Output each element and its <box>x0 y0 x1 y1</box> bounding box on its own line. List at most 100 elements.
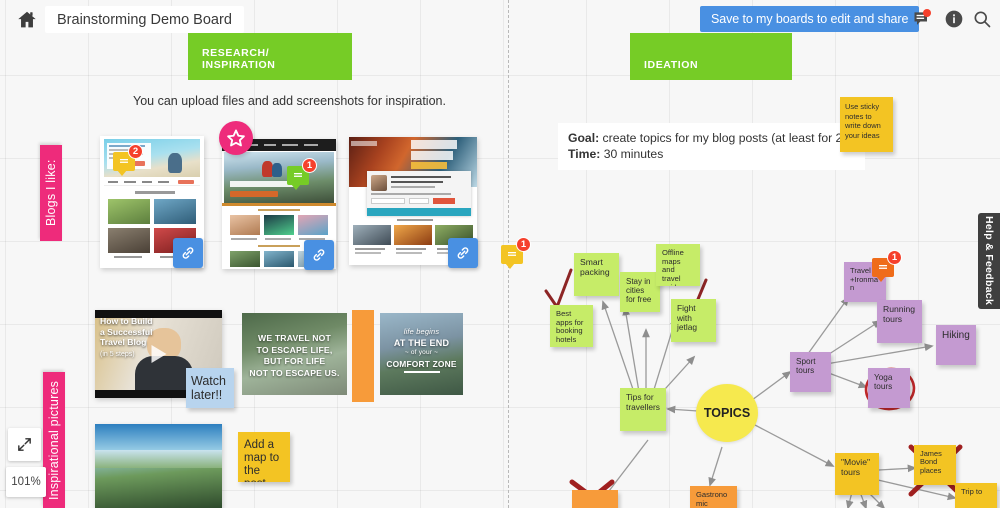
sticky-note-yoga-tours[interactable]: Yoga tours <box>868 368 910 408</box>
sticky-note-add-map[interactable]: Add a map to the post <box>238 432 290 482</box>
link-chip-3[interactable] <box>448 238 478 268</box>
comment-marker-1[interactable]: 2 <box>113 144 143 176</box>
thumb3-caption <box>396 252 422 254</box>
thumb1-grid-photo <box>108 228 150 253</box>
comment-marker-3-count: 1 <box>516 237 531 252</box>
note-text: Smart packing <box>580 257 610 277</box>
research-hint-text: You can upload files and add screenshots… <box>133 94 446 108</box>
sticky-watch-later-text: Watch later!! <box>191 374 226 403</box>
quote-1-line1: WE TRAVEL NOT <box>258 333 331 343</box>
note-text: Yoga tours <box>874 373 893 392</box>
thumb2-section-title <box>258 209 300 211</box>
sticky-note-sport-tours[interactable]: Sport tours <box>790 352 831 392</box>
zoom-level-button[interactable]: 101% <box>6 467 46 497</box>
comment-marker-2[interactable]: 1 <box>287 158 317 190</box>
thumb3-grid-photo <box>353 225 391 245</box>
fit-to-screen-button[interactable] <box>8 428 41 461</box>
quote-image-1[interactable]: WE TRAVEL NOT TO ESCAPE LIFE, BUT FOR LI… <box>242 313 347 395</box>
note-text: Fight with jetlag <box>677 303 698 333</box>
thumb3-title-1 <box>411 140 457 149</box>
frame-header-ideation[interactable]: IDEATION <box>630 33 792 80</box>
sticky-note-best-apps[interactable]: Best apps for booking hotels <box>550 305 593 347</box>
video-caption: How to Build a Successful Travel Blog (i… <box>100 316 153 360</box>
quote-2-text: life begins AT THE END ~ of your ~ COMFO… <box>380 327 463 373</box>
thumb3-input <box>371 198 405 204</box>
goal-card[interactable]: Goal: create topics for my blog posts (a… <box>558 123 890 170</box>
comment-marker-3[interactable]: 1 <box>501 237 531 269</box>
link-chip-1[interactable] <box>173 238 203 268</box>
sticky-note-movie-tours[interactable]: "Movie" tours <box>835 453 879 495</box>
video-caption-line2: a Successful <box>100 326 153 337</box>
thumb1-nav-item <box>142 181 152 183</box>
comment-marker-ideation-count: 1 <box>887 250 902 265</box>
sticky-note-fight-with-jetlag[interactable]: Fight with jetlag <box>671 299 716 342</box>
thumb3-line <box>391 176 451 178</box>
sticky-note-gastronomic[interactable]: Gastronomic <box>690 486 737 508</box>
quote-image-2[interactable]: life begins AT THE END ~ of your ~ COMFO… <box>380 313 463 395</box>
thumb2-section-title <box>258 245 300 247</box>
quote-1-text: WE TRAVEL NOT TO ESCAPE LIFE, BUT FOR LI… <box>242 333 347 379</box>
sticky-note-watch-later[interactable]: Watch later!! <box>186 368 234 408</box>
tag-blogs-label: Blogs I like: <box>44 159 58 227</box>
thumb3-line <box>391 186 435 188</box>
tag-blogs-i-like[interactable]: Blogs I like: <box>40 145 62 241</box>
sticky-note-running-tours[interactable]: Running tours <box>877 300 922 343</box>
frame-ideation-line1: IDEATION <box>644 59 699 71</box>
star-marker[interactable] <box>219 121 253 155</box>
goal-label: Goal: <box>568 131 600 145</box>
sticky-note-hiking[interactable]: Hiking <box>936 325 976 365</box>
note-text: Best apps for booking hotels <box>556 309 584 344</box>
zoom-level-label: 101% <box>11 476 41 488</box>
central-node-topics[interactable]: TOPICS <box>696 384 758 442</box>
sticky-note-smart-packing[interactable]: Smart packing <box>574 253 619 296</box>
thumb2-person <box>272 163 282 177</box>
sticky-note-crossed-out-left[interactable] <box>572 490 618 508</box>
save-to-my-boards-button[interactable]: Save to my boards to edit and share <box>700 6 920 32</box>
tag-inspirational-pictures[interactable]: Inspirational pictures <box>43 372 65 508</box>
sticky-note-james-bond-places[interactable]: James Bond places <box>914 445 956 485</box>
inspirational-photo[interactable] <box>95 424 222 508</box>
thumb3-caption <box>355 252 381 254</box>
quote-1-line4: NOT TO ESCAPE US. <box>249 367 340 378</box>
quote-2-line3: ~ of your ~ <box>404 349 439 356</box>
help-and-feedback-tab[interactable]: Help & Feedback <box>978 213 1000 309</box>
info-icon[interactable] <box>944 9 965 30</box>
comment-marker-ideation[interactable]: 1 <box>872 250 902 282</box>
frame-header-research[interactable]: RESEARCH/ INSPIRATION <box>188 33 352 80</box>
thumb1-caption <box>114 256 142 258</box>
video-caption-line3: Travel Blog <box>100 337 147 347</box>
sticky-note-tips-for-travellers[interactable]: Tips for travellers <box>620 388 666 431</box>
thumb3-btn <box>433 198 455 204</box>
sticky-note-hint[interactable]: Use sticky notes to write down your idea… <box>840 97 893 152</box>
thumb2-caption <box>231 238 257 240</box>
sticky-hint-text: Use sticky notes to write down your idea… <box>845 102 881 140</box>
comments-icon[interactable] <box>912 9 933 30</box>
sticky-note-stay-in-cities-for-free[interactable]: Stay in cities for free <box>620 272 660 312</box>
thumb2-grid-photo <box>264 215 294 235</box>
thumb1-nav-item <box>108 181 118 183</box>
sticky-note-trip-to[interactable]: Trip to <box>955 483 997 508</box>
play-button-icon[interactable] <box>151 345 166 363</box>
note-text: Offline maps and travel guides <box>662 248 684 286</box>
thumb3-navbar <box>367 208 471 216</box>
thumb2-nav <box>304 144 318 146</box>
sticky-add-map-text: Add a map to the post <box>244 439 280 482</box>
sticky-note-offline-maps[interactable]: Offline maps and travel guides <box>656 244 700 286</box>
thumb3-caption <box>396 248 426 250</box>
thumb3-title-3 <box>411 162 447 169</box>
thumb3-line <box>391 181 443 183</box>
home-icon[interactable] <box>16 9 38 31</box>
note-text: Sport tours <box>796 357 816 376</box>
quote-2-line2: AT THE END <box>393 337 450 348</box>
board-title-input[interactable]: Brainstorming Demo Board <box>45 6 244 33</box>
frame-research-line1: RESEARCH/ <box>202 47 270 59</box>
comment-marker-2-count: 1 <box>302 158 317 173</box>
video-caption-line4: (in 5 steps) <box>100 350 135 358</box>
orange-divider-block[interactable] <box>352 310 374 402</box>
thumb2-grid-photo <box>264 251 294 267</box>
quote-2-line1: life begins <box>403 327 440 336</box>
thumb1-grid-photo <box>108 199 150 224</box>
search-icon[interactable] <box>972 9 993 30</box>
link-chip-2[interactable] <box>304 240 334 270</box>
save-button-label: Save to my boards to edit and share <box>711 12 909 26</box>
